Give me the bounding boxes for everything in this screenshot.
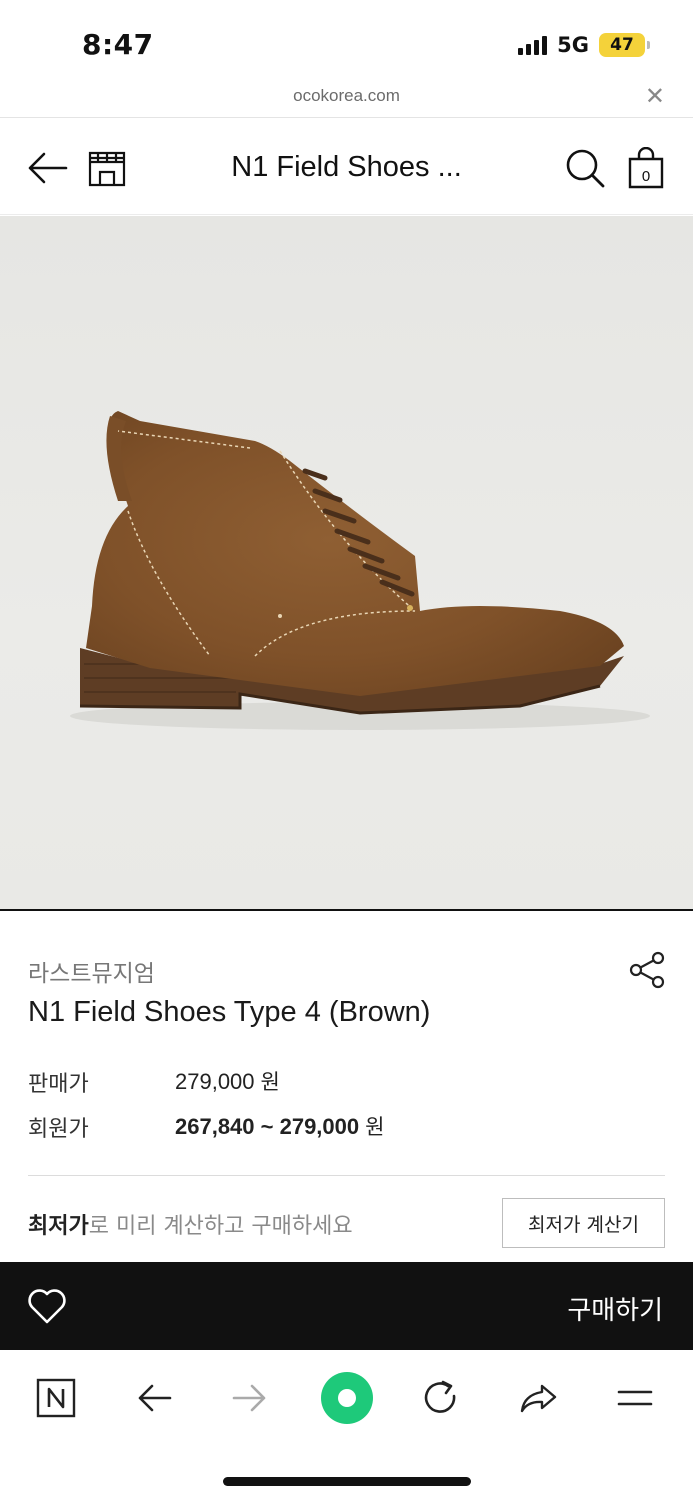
signal-icon	[518, 35, 548, 55]
back-arrow-icon[interactable]	[26, 147, 68, 189]
shopping-bag-icon[interactable]: 0	[626, 147, 666, 189]
share-icon[interactable]	[513, 1373, 563, 1423]
naver-n-icon[interactable]	[31, 1373, 81, 1423]
battery-icon: 47	[599, 33, 650, 57]
status-indicators: 5G 47	[518, 33, 650, 57]
product-image[interactable]	[0, 216, 693, 911]
buy-button[interactable]: 구매하기	[567, 1290, 663, 1327]
buy-bar: 구매하기	[0, 1262, 693, 1350]
lowest-price-calculator-button[interactable]: 최저가 계산기	[502, 1198, 665, 1248]
brand-name[interactable]: 라스트뮤지엄	[28, 954, 155, 988]
lowest-price-text: 최저가로 미리 계산하고 구매하세요	[28, 1214, 353, 1239]
url-bar: ocokorea.com ✕	[0, 80, 693, 118]
network-type: 5G	[557, 33, 589, 57]
brown-suede-boot-image	[70, 411, 650, 730]
search-icon[interactable]	[564, 147, 606, 189]
sale-price-label: 판매가	[28, 1072, 89, 1097]
member-price-value: 267,840 ~ 279,000 원	[175, 1114, 385, 1139]
store-icon[interactable]	[86, 147, 128, 189]
heart-icon[interactable]	[26, 1286, 68, 1326]
app-header: N1 Field Shoes ... 0	[0, 119, 693, 215]
cart-count: 0	[642, 168, 650, 185]
status-time: 8:47	[82, 28, 154, 61]
browser-toolbar	[0, 1351, 693, 1500]
forward-icon[interactable]	[225, 1373, 275, 1423]
green-circle-icon[interactable]	[320, 1371, 374, 1425]
sale-price-row: 판매가 279,000 원	[28, 1066, 280, 1098]
product-name: N1 Field Shoes Type 4 (Brown)	[28, 996, 431, 1028]
refresh-icon[interactable]	[416, 1373, 466, 1423]
page-title: N1 Field Shoes ...	[231, 151, 462, 183]
member-price-label: 회원가	[28, 1117, 89, 1142]
home-indicator	[223, 1477, 471, 1486]
menu-icon[interactable]	[610, 1373, 660, 1423]
sale-price-value: 279,000 원	[175, 1069, 280, 1094]
back-icon[interactable]	[129, 1373, 179, 1423]
member-price-row: 회원가 267,840 ~ 279,000 원	[28, 1111, 384, 1143]
share-icon[interactable]	[627, 950, 667, 990]
close-icon[interactable]: ✕	[645, 84, 665, 108]
battery-level: 47	[610, 35, 634, 55]
url-domain[interactable]: ocokorea.com	[0, 86, 693, 106]
divider	[28, 1175, 665, 1176]
status-bar: 8:47 5G 47	[0, 0, 693, 80]
